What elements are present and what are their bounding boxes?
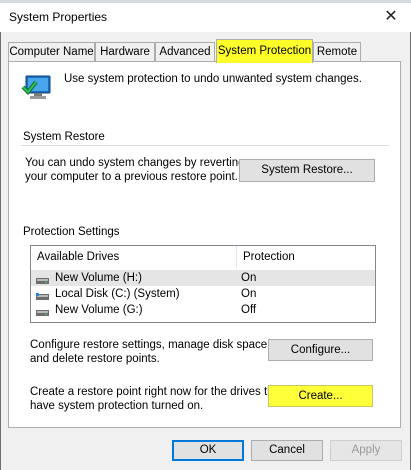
tab-remote[interactable]: Remote bbox=[313, 42, 361, 61]
create-button[interactable]: Create... bbox=[268, 385, 373, 407]
window-frame-left bbox=[0, 0, 1, 470]
protection-settings-heading: Protection Settings bbox=[23, 226, 120, 238]
configure-description: Configure restore settings, manage disk … bbox=[30, 339, 271, 365]
drive-icon bbox=[36, 274, 49, 284]
configure-button[interactable]: Configure... bbox=[268, 339, 373, 361]
drive-name: New Volume (G:) bbox=[55, 304, 143, 316]
tab-system-protection[interactable]: System Protection bbox=[216, 39, 313, 63]
system-restore-description: You can undo system changes by reverting… bbox=[25, 157, 245, 183]
system-protection-icon bbox=[20, 71, 54, 105]
drives-list[interactable]: Available Drives Protection New Volume (… bbox=[30, 245, 376, 323]
tab-hardware[interactable]: Hardware bbox=[95, 42, 155, 61]
column-header-available-drives[interactable]: Available Drives bbox=[31, 246, 237, 268]
list-item[interactable]: New Volume (G:) Off bbox=[31, 302, 375, 318]
list-item[interactable]: New Volume (H:) On bbox=[31, 270, 375, 286]
drive-protection: On bbox=[241, 272, 257, 284]
tab-computer-name[interactable]: Computer Name bbox=[8, 42, 95, 61]
drive-name: New Volume (H:) bbox=[55, 272, 142, 284]
tab-advanced[interactable]: Advanced bbox=[155, 42, 215, 61]
create-description: Create a restore point right now for the… bbox=[30, 386, 284, 412]
list-item[interactable]: Local Disk (C:) (System) On bbox=[31, 286, 375, 302]
drive-name: Local Disk (C:) (System) bbox=[55, 288, 180, 300]
column-header-protection[interactable]: Protection bbox=[237, 246, 375, 268]
intro-text: Use system protection to undo unwanted s… bbox=[64, 73, 362, 85]
drive-protection: Off bbox=[241, 304, 257, 316]
drive-protection: On bbox=[241, 288, 257, 300]
system-restore-button[interactable]: System Restore... bbox=[239, 159, 375, 182]
apply-button[interactable]: Apply bbox=[330, 440, 402, 461]
system-drive-icon bbox=[36, 290, 49, 300]
close-icon[interactable]: ✕ bbox=[377, 6, 405, 28]
window-title: System Properties bbox=[9, 10, 108, 24]
system-restore-heading: System Restore bbox=[23, 131, 105, 143]
drive-icon bbox=[36, 306, 49, 316]
ok-button[interactable]: OK bbox=[172, 440, 244, 461]
cancel-button[interactable]: Cancel bbox=[251, 440, 323, 461]
